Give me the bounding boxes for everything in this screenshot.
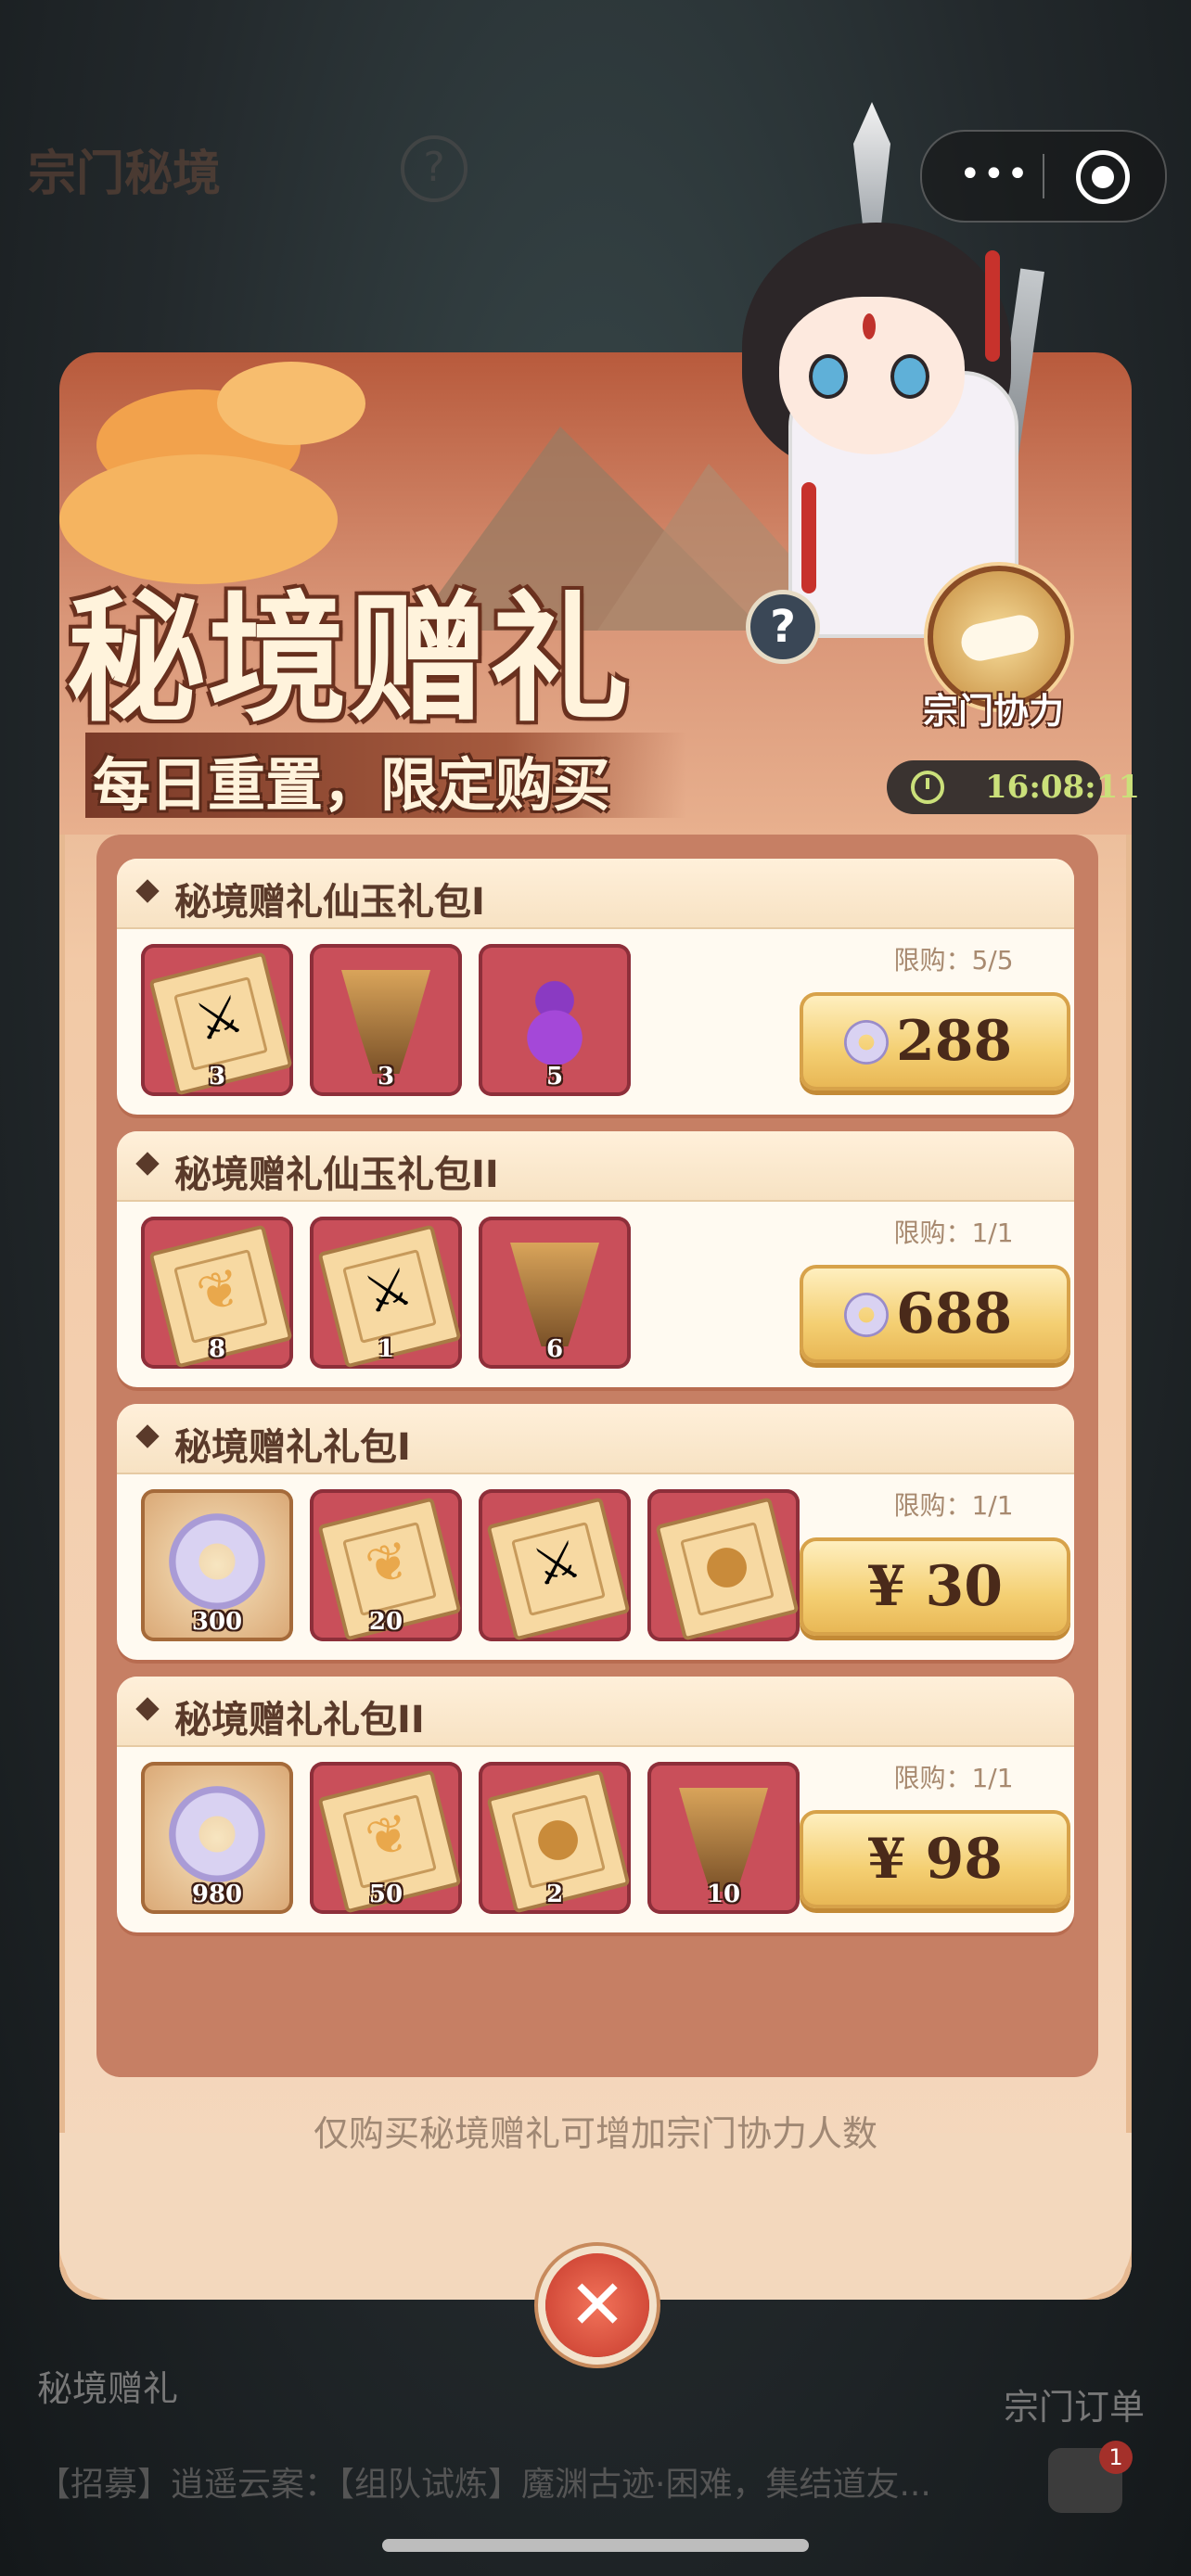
pack-header: 秘境赠礼礼包I bbox=[117, 1404, 1074, 1474]
bronze-cup-icon bbox=[679, 1788, 768, 1892]
buy-button[interactable]: 688 bbox=[800, 1265, 1070, 1363]
buy-button[interactable]: ¥ 30 bbox=[800, 1537, 1070, 1636]
item-count: 1 bbox=[377, 1335, 395, 1363]
buy-button[interactable]: 288 bbox=[800, 992, 1070, 1090]
pack-header: 秘境赠礼仙玉礼包I bbox=[117, 859, 1074, 929]
coop-note: 仅购买秘境赠礼可增加宗门协力人数 bbox=[313, 2113, 877, 2154]
pack-card: 秘境赠礼礼包I 300 ❦ 20 ⚔ ● 限购：1/1 ¥ 30 bbox=[117, 1404, 1074, 1660]
reward-item[interactable]: ❦ 8 bbox=[141, 1217, 293, 1369]
pack-name: 秘境赠礼仙玉礼包II bbox=[174, 1154, 499, 1196]
diamond-bullet-icon bbox=[135, 879, 160, 903]
jade-ring-icon bbox=[169, 1786, 265, 1882]
background-help-icon: ? bbox=[401, 135, 467, 202]
item-count: 6 bbox=[545, 1335, 564, 1363]
jade-ring-icon bbox=[169, 1513, 265, 1610]
diamond-bullet-icon bbox=[135, 1424, 160, 1448]
bronze-cup-icon bbox=[510, 1243, 599, 1346]
popup-title: 秘境赠礼 bbox=[67, 580, 632, 741]
handshake-icon bbox=[957, 611, 1043, 665]
diamond-bullet-icon bbox=[135, 1152, 160, 1176]
character-ribbon bbox=[801, 482, 816, 593]
pack-header: 秘境赠礼仙玉礼包II bbox=[117, 1131, 1074, 1202]
background-order-entry: 宗门订单 bbox=[1004, 2387, 1146, 2428]
character-eye bbox=[890, 354, 929, 399]
sect-coop-label[interactable]: 宗门协力 bbox=[915, 682, 1072, 733]
sword-scroll-icon: ⚔ bbox=[486, 1497, 631, 1641]
reward-item[interactable]: 5 bbox=[479, 944, 631, 1096]
item-count: 20 bbox=[368, 1608, 403, 1636]
price-label: 288 bbox=[896, 1009, 1013, 1074]
item-count: 8 bbox=[208, 1335, 226, 1363]
item-count: 980 bbox=[191, 1881, 243, 1908]
cookie-scroll-icon: ● bbox=[655, 1497, 800, 1641]
pack-item-row[interactable]: 980 ❦ 50 ● 2 10 bbox=[141, 1762, 855, 1916]
background-marquee: 【招募】逍遥云案：【组队试炼】魔渊古迹·困难，集结道友... bbox=[37, 2466, 931, 2504]
item-count: 300 bbox=[191, 1608, 243, 1636]
pack-name: 秘境赠礼礼包I bbox=[174, 1426, 411, 1469]
pack-name: 秘境赠礼礼包II bbox=[174, 1699, 425, 1741]
reward-item[interactable]: 3 bbox=[310, 944, 462, 1096]
reward-item[interactable]: 10 bbox=[647, 1762, 800, 1914]
close-popup-button[interactable]: ✕ bbox=[545, 2253, 649, 2357]
pack-item-row[interactable]: ⚔ 3 3 5 bbox=[141, 944, 855, 1098]
pack-card: 秘境赠礼礼包II 980 ❦ 50 ● 2 10 限购：1/1 ¥ 98 bbox=[117, 1677, 1074, 1932]
reward-item[interactable]: ⚔ 3 bbox=[141, 944, 293, 1096]
purple-gourd-icon bbox=[519, 976, 590, 1065]
background-title: 宗门秘境 bbox=[28, 147, 222, 202]
capsule-divider bbox=[1043, 154, 1044, 198]
chat-badge: 1 bbox=[1099, 2441, 1133, 2474]
buy-button[interactable]: ¥ 98 bbox=[800, 1810, 1070, 1908]
reward-item[interactable]: 980 bbox=[141, 1762, 293, 1914]
item-count: 50 bbox=[368, 1881, 403, 1908]
price-label: ¥ 98 bbox=[866, 1827, 1004, 1892]
close-miniprogram-icon[interactable] bbox=[1076, 150, 1130, 204]
clock-icon bbox=[911, 771, 944, 804]
pack-header: 秘境赠礼礼包II bbox=[117, 1677, 1074, 1747]
item-count: 5 bbox=[545, 1063, 564, 1090]
price-label: ¥ 30 bbox=[866, 1554, 1004, 1619]
purchase-limit: 限购：1/1 bbox=[893, 1490, 1014, 1521]
purchase-limit: 限购：1/1 bbox=[893, 1218, 1014, 1248]
item-count: 2 bbox=[545, 1881, 564, 1908]
bronze-cup-icon bbox=[341, 970, 430, 1074]
reward-item[interactable]: ● 2 bbox=[479, 1762, 631, 1914]
reset-timer: 16:08:11 bbox=[887, 760, 1140, 814]
reward-item[interactable]: ⚔ bbox=[479, 1489, 631, 1641]
reward-item[interactable]: ❦ 50 bbox=[310, 1762, 462, 1914]
more-menu-button[interactable]: ••• bbox=[959, 156, 1029, 193]
help-button[interactable]: ? bbox=[746, 590, 820, 664]
reward-item[interactable]: 300 bbox=[141, 1489, 293, 1641]
reward-item[interactable]: ❦ 20 bbox=[310, 1489, 462, 1641]
reward-item[interactable]: ⚔ 1 bbox=[310, 1217, 462, 1369]
pack-card: 秘境赠礼仙玉礼包I ⚔ 3 3 5 限购：5/5 288 bbox=[117, 859, 1074, 1115]
reward-item[interactable]: 6 bbox=[479, 1217, 631, 1369]
reward-item[interactable]: ● bbox=[647, 1489, 800, 1641]
maple-tree-decoration bbox=[217, 362, 365, 445]
character-eye bbox=[809, 354, 848, 399]
purchase-limit: 限购：1/1 bbox=[893, 1763, 1014, 1793]
item-count: 3 bbox=[377, 1063, 395, 1090]
purchase-limit: 限购：5/5 bbox=[893, 945, 1014, 976]
pack-card: 秘境赠礼仙玉礼包II ❦ 8 ⚔ 1 6 限购：1/1 688 bbox=[117, 1131, 1074, 1387]
item-count: 10 bbox=[706, 1881, 741, 1908]
item-count: 3 bbox=[208, 1063, 226, 1090]
price-label: 688 bbox=[896, 1282, 1013, 1346]
home-indicator bbox=[382, 2539, 809, 2552]
popup-subtitle: 每日重置，限定购买 bbox=[93, 751, 611, 819]
character-forehead-mark bbox=[863, 313, 876, 339]
diamond-bullet-icon bbox=[135, 1697, 160, 1721]
character-ribbon bbox=[985, 250, 1000, 362]
pack-item-row[interactable]: 300 ❦ 20 ⚔ ● bbox=[141, 1489, 855, 1643]
pack-item-row[interactable]: ❦ 8 ⚔ 1 6 bbox=[141, 1217, 855, 1371]
background-gift-entry: 秘境赠礼 bbox=[37, 2368, 179, 2409]
jade-currency-icon bbox=[844, 1293, 889, 1337]
jade-currency-icon bbox=[844, 1020, 889, 1065]
pack-name: 秘境赠礼仙玉礼包I bbox=[174, 881, 485, 924]
timer-value: 16:08:11 bbox=[985, 769, 1141, 806]
miniprogram-capsule[interactable]: ••• bbox=[920, 130, 1167, 223]
